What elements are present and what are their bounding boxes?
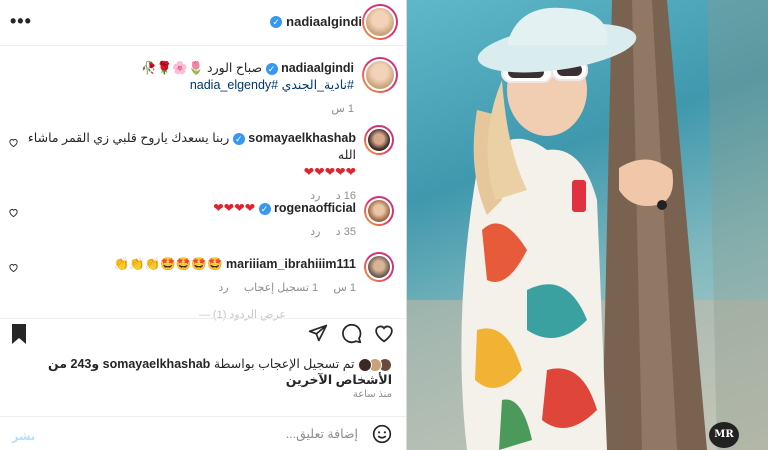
verified-icon: ✓ (270, 15, 283, 28)
comment-username[interactable]: mariiiam_ibrahiiim111 (226, 257, 356, 271)
post-actions-bar (0, 318, 406, 352)
post-photo: MR (407, 0, 768, 450)
header-username-text[interactable]: nadiaalgindi (286, 14, 362, 29)
caption-username[interactable]: nadiaalgindi (281, 61, 354, 75)
caption-hashtags[interactable]: #نادية_الجندي #nadia_elgendy (24, 77, 354, 94)
comment-time: 1 س (333, 282, 356, 294)
comment-like-count[interactable]: 1 تسجيل إعجاب (244, 282, 318, 294)
caption-avatar[interactable] (362, 57, 398, 93)
reply-button[interactable]: رد (218, 282, 228, 294)
post-photo-illustration (407, 0, 768, 450)
caption: nadiaalgindi ✓ صباح الورد 🌷🌸🌹🥀 #نادية_ال… (24, 60, 354, 115)
share-send-icon[interactable] (308, 323, 328, 343)
comment-item: mariiiam_ibrahiiim111 🤩🤩🤩🤩👏👏👏 1 س 1 تسجي… (26, 256, 356, 294)
reply-button[interactable]: رد (310, 226, 320, 238)
emoji-smiley-icon[interactable] (372, 424, 392, 444)
comment-avatar[interactable] (364, 196, 394, 226)
verified-icon: ✓ (232, 133, 245, 145)
comment-avatar[interactable] (364, 125, 394, 155)
comment-icon[interactable] (341, 323, 362, 344)
comment-avatar[interactable] (364, 252, 394, 282)
caption-time: 1 س (331, 103, 354, 115)
post-details-panel: ••• ✓ nadiaalgindi nadiaalgindi ✓ صباح ا… (0, 0, 407, 450)
comment-input[interactable]: إضافة تعليق... (128, 426, 358, 441)
like-heart-icon[interactable] (373, 323, 395, 344)
comment-item: somayaelkhashab ✓ ربنا يسعدك ياروح قلبي … (26, 130, 356, 202)
like-comment-heart-icon[interactable] (8, 137, 19, 148)
likes-prefix: تم تسجيل الإعجاب بواسطة (213, 357, 355, 371)
comment-username[interactable]: somayaelkhashab (248, 131, 356, 145)
header-avatar[interactable] (362, 4, 398, 40)
like-comment-heart-icon[interactable] (8, 207, 19, 218)
likes-summary: تم تسجيل الإعجاب بواسطة somayaelkhashab … (12, 356, 392, 388)
post-comment-button[interactable]: نشر (12, 429, 35, 443)
more-options-icon[interactable]: ••• (10, 11, 32, 32)
comment-username[interactable]: rogenaofficial (274, 201, 356, 215)
watermark-logo: MR (709, 422, 739, 448)
comment-text: ❤❤❤❤ (213, 201, 256, 215)
comment-text: 🤩🤩🤩🤩👏👏👏 (113, 257, 223, 271)
post-header: ••• ✓ nadiaalgindi (0, 0, 406, 46)
header-username[interactable]: ✓ nadiaalgindi (270, 14, 362, 29)
comment-composer: نشر إضافة تعليق... (0, 416, 406, 450)
comment-time: 35 د (335, 226, 356, 238)
verified-icon: ✓ (265, 63, 278, 75)
like-comment-heart-icon[interactable] (8, 262, 19, 273)
liker-username[interactable]: somayaelkhashab (103, 357, 211, 371)
comment-item: rogenaofficial ✓ ❤❤❤❤ 35 د رد (26, 200, 356, 238)
save-bookmark-icon[interactable] (10, 323, 28, 345)
verified-icon: ✓ (258, 203, 271, 215)
caption-text: صباح الورد 🌷🌸🌹🥀 (141, 61, 263, 75)
comment-text-hearts: ❤❤❤❤❤ (303, 165, 356, 179)
post-timestamp[interactable]: منذ ساعة (353, 389, 392, 400)
liker-avatars[interactable] (358, 357, 392, 372)
